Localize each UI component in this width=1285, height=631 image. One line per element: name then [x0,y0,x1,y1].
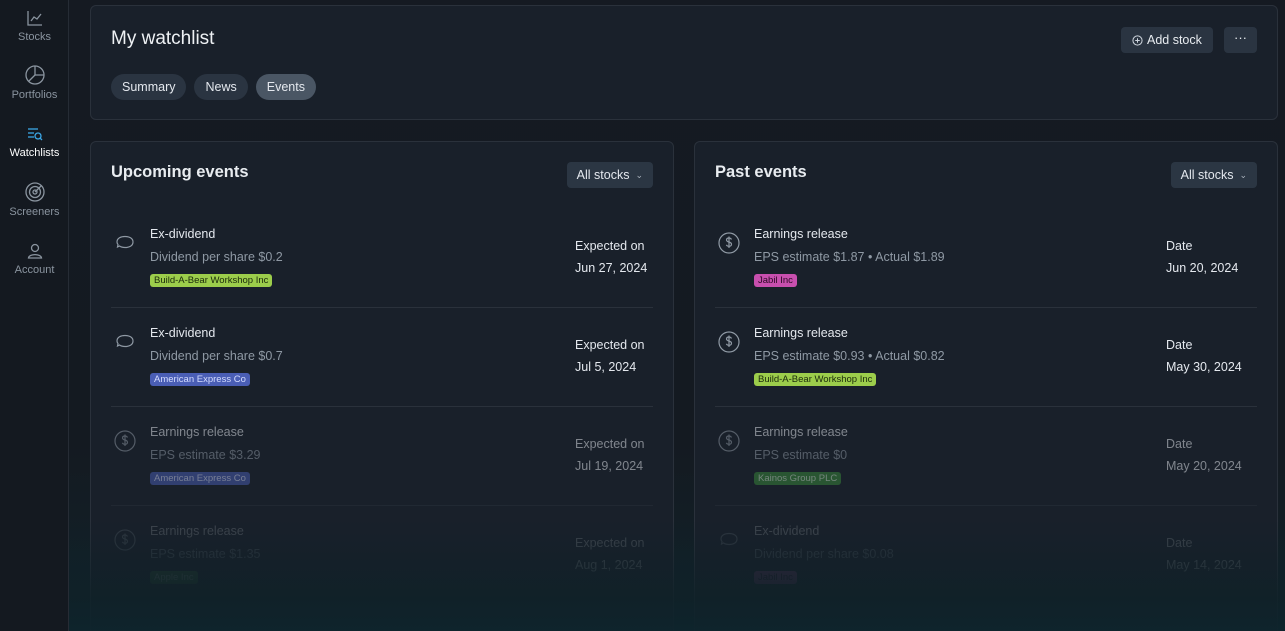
stock-filter-dropdown[interactable]: All stocks ⌄ [1170,162,1257,188]
stock-badge[interactable]: Jabil Inc [754,274,797,287]
event-detail: Dividend per share $0.2 [150,250,283,264]
list-item[interactable]: Earnings release EPS estimate $1.87 • Ac… [715,209,1257,308]
event-date: Aug 1, 2024 [575,558,643,572]
event-date: May 14, 2024 [1166,558,1242,572]
event-date-label: Date [1166,437,1193,451]
list-item[interactable]: Ex-dividend Dividend per share $0.7 Amer… [111,308,653,407]
event-detail: EPS estimate $0.93 • Actual $0.82 [754,349,945,363]
event-date-label: Expected on [575,239,645,253]
piggy-bank-icon [116,235,134,249]
stock-badge[interactable]: American Express Co [150,472,250,485]
add-stock-button[interactable]: Add stock [1121,27,1213,53]
sidebar-item-stocks[interactable]: Stocks [0,8,69,43]
dollar-circle-icon [718,430,740,452]
list-item[interactable]: Earnings release EPS estimate $1.35 Appl… [111,506,653,605]
event-date-label: Expected on [575,536,645,550]
event-detail: EPS estimate $1.87 • Actual $1.89 [754,250,945,264]
event-date-label: Date [1166,239,1193,253]
chevron-down-icon: ⌄ [1239,170,1247,180]
event-title: Earnings release [150,524,244,538]
tab-events[interactable]: Events [255,74,316,100]
stock-badge[interactable]: Build-A-Bear Workshop Inc [754,373,877,386]
event-date-label: Date [1166,536,1193,550]
event-detail: EPS estimate $1.35 [150,547,261,561]
dollar-circle-icon [718,232,740,254]
sidebar-item-portfolios[interactable]: Portfolios [0,64,69,101]
piggy-bank-icon [116,334,134,348]
radar-icon [24,182,45,202]
event-detail: EPS estimate $0 [754,448,848,462]
event-title: Ex-dividend [754,524,820,538]
upcoming-events-panel: Upcoming events All stocks ⌄ Ex-dividend… [90,141,674,631]
filter-value: All stocks [1180,168,1234,182]
list-item[interactable]: Ex-dividend Dividend per share $0.08 Jab… [715,506,1257,605]
stock-badge[interactable]: American Express Co [150,373,250,386]
sidebar-item-label: Account [14,264,55,276]
event-title: Earnings release [754,227,848,241]
tab-bar: Summary News Events [111,74,316,100]
event-title: Earnings release [754,425,848,439]
chart-line-icon [26,11,42,26]
sidebar-item-watchlists[interactable]: Watchlists [0,124,69,159]
event-date: May 20, 2024 [1166,459,1242,473]
sidebar-item-screeners[interactable]: Screeners [0,181,69,218]
panel-title: Past events [715,163,807,181]
event-detail: EPS estimate $3.29 [150,448,261,462]
list-item[interactable]: Earnings release EPS estimate $0.93 • Ac… [715,308,1257,407]
stock-badge[interactable]: Build-A-Bear Workshop Inc [150,274,273,287]
sidebar-item-label: Screeners [9,206,60,218]
app-window: Stocks Portfolios Watchlists Screeners A… [0,0,1285,631]
event-date: Jun 20, 2024 [1166,261,1239,275]
event-date-label: Expected on [575,437,645,451]
event-title: Ex-dividend [150,227,216,241]
event-title: Earnings release [150,425,244,439]
sidebar: Stocks Portfolios Watchlists Screeners A… [0,0,69,631]
event-date: Jul 5, 2024 [575,360,637,374]
event-date: May 30, 2024 [1166,360,1242,374]
page-title: My watchlist [111,28,215,49]
list-item[interactable]: Ex-dividend Dividend per share $0.2 Buil… [111,209,653,308]
list-search-icon [27,128,42,141]
list-item[interactable]: Earnings release EPS estimate $0 Kainos … [715,407,1257,506]
tab-news[interactable]: News [194,74,248,100]
sidebar-item-label: Portfolios [11,89,58,101]
chevron-down-icon: ⌄ [635,170,643,180]
dollar-circle-icon [718,331,740,353]
event-title: Ex-dividend [150,326,216,340]
past-events-panel: Past events All stocks ⌄ Earnings releas… [694,141,1278,631]
piggy-bank-icon [720,532,738,546]
watchlist-header: My watchlist Summary News Events Add sto… [90,5,1278,120]
stock-badge[interactable]: Kainos Group PLC [754,472,842,485]
dollar-circle-icon [114,430,136,452]
stock-badge[interactable]: Jabil Inc [754,571,797,584]
add-stock-label: Add stock [1147,33,1202,47]
stock-filter-dropdown[interactable]: All stocks ⌄ [566,162,653,188]
user-icon [27,243,42,259]
event-date: Jun 27, 2024 [575,261,648,275]
list-item[interactable]: Earnings release EPS estimate $3.29 Amer… [111,407,653,506]
sidebar-item-label: Stocks [17,31,51,43]
tab-summary[interactable]: Summary [111,74,187,100]
sidebar-item-account[interactable]: Account [0,241,69,276]
event-detail: Dividend per share $0.7 [150,349,283,363]
filter-value: All stocks [576,168,630,182]
sidebar-item-label: Watchlists [9,147,60,159]
more-options-button[interactable]: ··· [1224,27,1257,53]
stock-badge[interactable]: Apple Inc [150,571,198,584]
pie-chart-icon [24,65,45,85]
event-date: Jul 19, 2024 [575,459,644,473]
event-detail: Dividend per share $0.08 [754,547,894,561]
event-date-label: Date [1166,338,1193,352]
plus-circle-icon [1132,34,1143,46]
event-title: Earnings release [754,326,848,340]
event-date-label: Expected on [575,338,645,352]
dollar-circle-icon [114,529,136,551]
panel-title: Upcoming events [111,163,249,181]
